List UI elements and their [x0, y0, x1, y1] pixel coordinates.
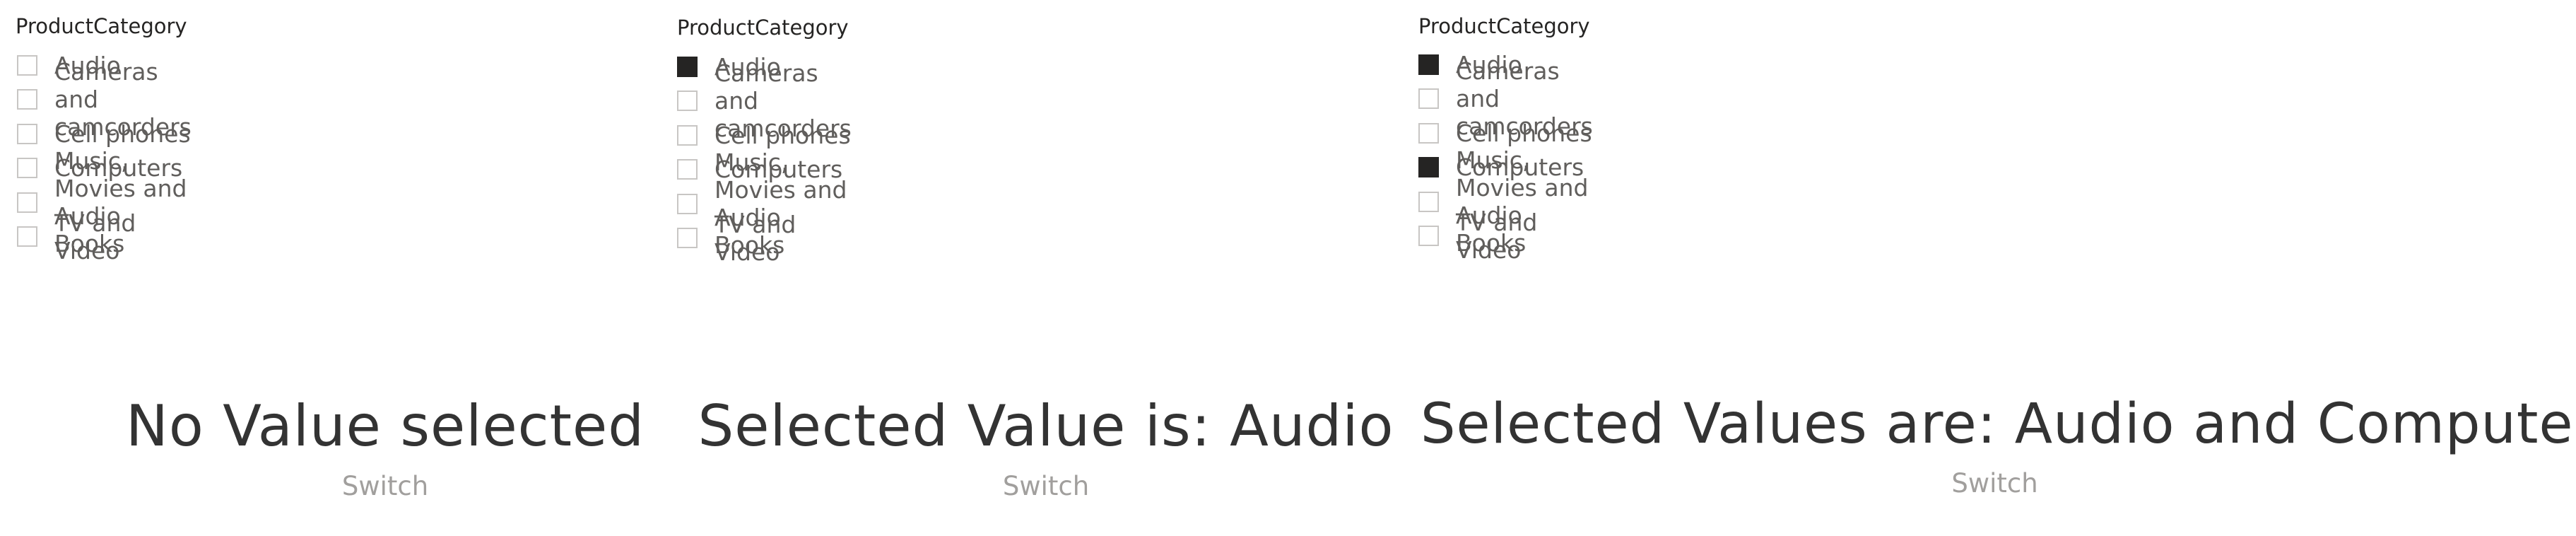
slicer-item-cameras[interactable]: Cameras and camcorders	[677, 59, 852, 142]
card-caption: Switch	[1951, 468, 2038, 499]
slicer-item-label: TV and Video	[1456, 208, 1538, 264]
card-caption: Switch	[341, 471, 429, 501]
slicer-item-tv-video[interactable]: TV and Video	[17, 209, 192, 264]
checkbox[interactable]	[1418, 226, 1439, 247]
checkbox[interactable]	[677, 56, 698, 77]
checkbox[interactable]	[1418, 54, 1439, 75]
checkbox[interactable]	[677, 228, 698, 249]
checkbox[interactable]	[17, 54, 37, 76]
checkbox[interactable]	[17, 123, 37, 144]
checkbox[interactable]	[1418, 122, 1439, 144]
checkbox[interactable]	[677, 124, 698, 146]
checkbox[interactable]	[1418, 157, 1439, 178]
card-single-selection: Selected Value is: Audio Switch	[682, 393, 1410, 501]
slicer-item-cell-phones[interactable]: Cell phones	[677, 118, 852, 153]
card-no-selection: No Value selected Switch	[28, 393, 742, 501]
checkbox[interactable]	[1418, 88, 1439, 110]
slicer-item-tv-video[interactable]: TV and Video	[1418, 209, 1593, 264]
slicer-item-label: TV and Video	[54, 209, 136, 264]
card-value: Selected Values are: Audio and Computers	[1421, 392, 2576, 456]
card-caption: Switch	[1002, 471, 1090, 501]
slicer-item-label: Cell phones	[54, 120, 191, 148]
checkbox[interactable]	[677, 91, 698, 112]
checkbox[interactable]	[17, 89, 37, 110]
slicer-list: Audio Cameras and camcorders Cell phones…	[17, 48, 192, 264]
slicer-list: Audio Cameras and camcorders Cell phones…	[1418, 47, 1593, 264]
card-value: No Value selected	[125, 393, 645, 459]
checkbox[interactable]	[17, 192, 37, 213]
slicer-item-label: Cell phones	[1456, 119, 1592, 147]
slicer-item-tv-video[interactable]: TV and Video	[677, 211, 852, 266]
slicer-header: ProductCategory	[16, 14, 187, 38]
card-value: Selected Value is: Audio	[698, 393, 1394, 459]
slicer-item-cell-phones[interactable]: Cell phones	[17, 117, 192, 151]
slicer-item-label: Cell phones	[714, 121, 851, 149]
slicer-header: ProductCategory	[1418, 14, 1590, 38]
checkbox[interactable]	[677, 193, 698, 214]
checkbox[interactable]	[1418, 191, 1439, 212]
slicer-header: ProductCategory	[677, 16, 849, 40]
checkbox[interactable]	[17, 158, 37, 179]
slicer-item-cameras[interactable]: Cameras and camcorders	[17, 58, 192, 141]
slicer-item-label: TV and Video	[714, 210, 796, 266]
slicer-list: Audio Cameras and camcorders Cell phones…	[677, 49, 852, 266]
checkbox[interactable]	[17, 226, 37, 247]
checkbox[interactable]	[677, 159, 698, 180]
slicer-item-cell-phones[interactable]: Cell phones	[1418, 116, 1593, 151]
card-multi-selection: Selected Values are: Audio and Computers…	[1421, 392, 2576, 499]
slicer-item-cameras[interactable]: Cameras and camcorders	[1418, 57, 1593, 140]
